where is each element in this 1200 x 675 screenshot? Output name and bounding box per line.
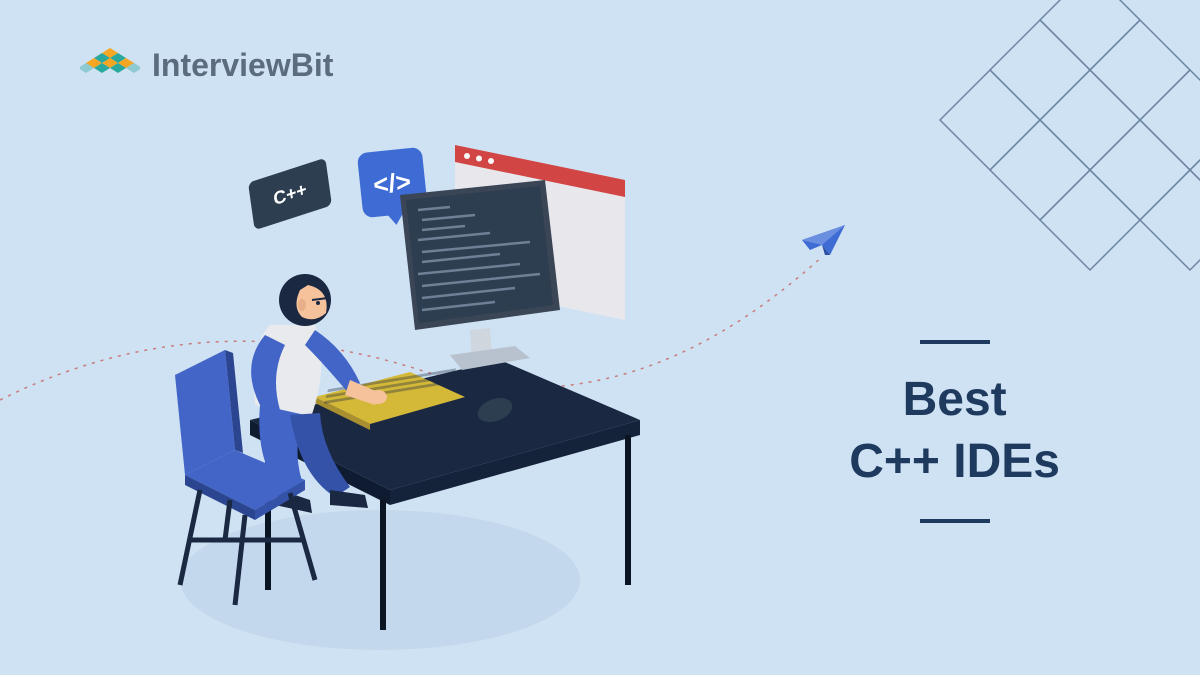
logo-icon: [80, 40, 140, 90]
title-line-2: C++ IDEs: [849, 431, 1060, 493]
title-dash-top: [920, 340, 990, 344]
page-title-block: Best C++ IDEs: [849, 340, 1060, 523]
programmer-illustration: C++ </>: [100, 130, 660, 630]
brand-logo: InterviewBit: [80, 40, 333, 90]
paper-plane-icon: [800, 220, 850, 265]
title-dash-bottom: [920, 519, 990, 523]
page-title: Best C++ IDEs: [849, 369, 1060, 494]
brand-name: InterviewBit: [152, 47, 333, 84]
decorative-grid-pattern: [900, 0, 1200, 325]
title-line-1: Best: [849, 369, 1060, 431]
